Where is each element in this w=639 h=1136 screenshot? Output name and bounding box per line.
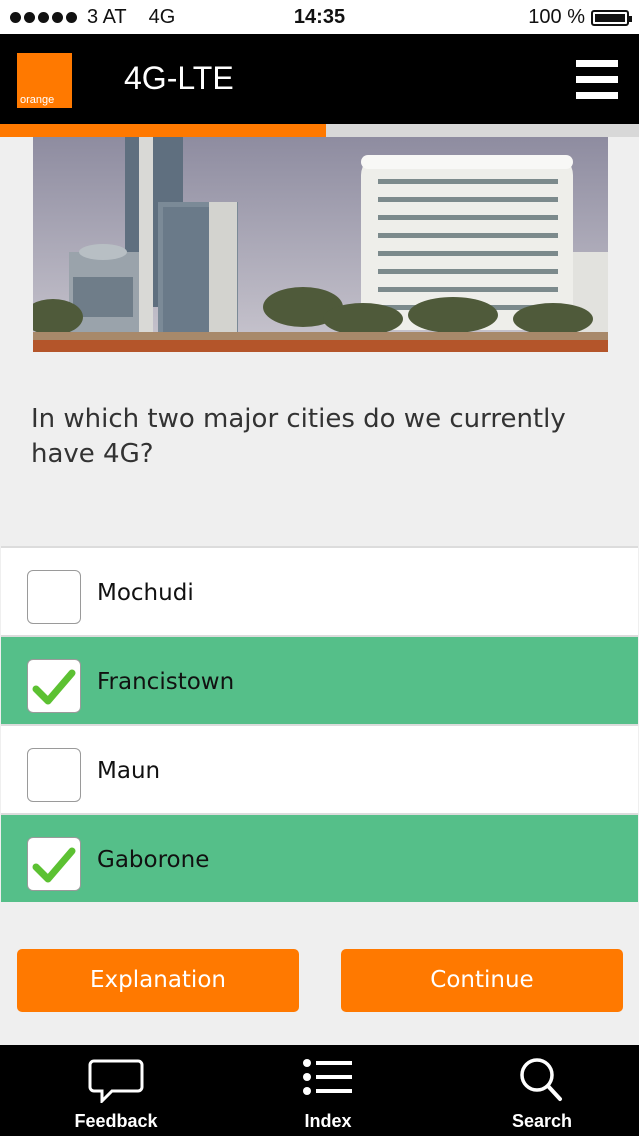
checkbox[interactable] xyxy=(27,837,81,891)
speech-bubble-icon xyxy=(46,1055,186,1105)
list-icon xyxy=(258,1055,398,1103)
continue-button[interactable]: Continue xyxy=(341,949,623,1012)
option-row[interactable]: Mochudi xyxy=(1,546,638,635)
status-right: 100 % xyxy=(528,6,632,29)
tab-label: Feedback xyxy=(74,1111,158,1131)
answer-options: Mochudi Francistown Maun Gaborone xyxy=(0,546,639,902)
status-bar: 3 AT 4G 14:35 100 % xyxy=(0,0,639,34)
explanation-button[interactable]: Explanation xyxy=(17,949,299,1012)
tab-search[interactable]: Search xyxy=(472,1045,612,1136)
question-text: In which two major cities do we currentl… xyxy=(31,404,566,469)
checkbox[interactable] xyxy=(27,659,81,713)
battery-percent: 100 % xyxy=(528,6,585,28)
tab-label: Search xyxy=(511,1111,573,1131)
option-row[interactable]: Francistown xyxy=(1,635,638,724)
app-header: orange 4G-LTE xyxy=(0,34,639,124)
logo-text: orange xyxy=(20,94,55,106)
tab-index[interactable]: Index xyxy=(258,1045,398,1136)
progress-fill xyxy=(0,124,326,137)
search-icon xyxy=(472,1055,612,1103)
checkmark-icon xyxy=(32,847,76,883)
orange-logo: orange xyxy=(17,53,72,108)
option-label: Francistown xyxy=(97,669,235,695)
battery-icon xyxy=(591,9,632,26)
checkbox[interactable] xyxy=(27,570,81,624)
hamburger-menu-icon[interactable] xyxy=(576,60,618,104)
progress-bar xyxy=(0,124,639,137)
option-label: Gaborone xyxy=(97,847,210,873)
option-row[interactable]: Maun xyxy=(1,724,638,813)
option-row[interactable]: Gaborone xyxy=(1,813,638,902)
checkbox[interactable] xyxy=(27,748,81,802)
option-label: Mochudi xyxy=(97,580,194,606)
tab-feedback[interactable]: Feedback xyxy=(46,1045,186,1136)
checkmark-icon xyxy=(32,669,76,705)
city-skyline-illustration xyxy=(33,137,608,352)
hero-image xyxy=(33,137,608,352)
bottom-tab-bar: Feedback Index Search xyxy=(0,1045,639,1136)
option-label: Maun xyxy=(97,758,161,784)
tab-label: Index xyxy=(304,1111,352,1131)
page-title: 4G-LTE xyxy=(124,60,234,96)
